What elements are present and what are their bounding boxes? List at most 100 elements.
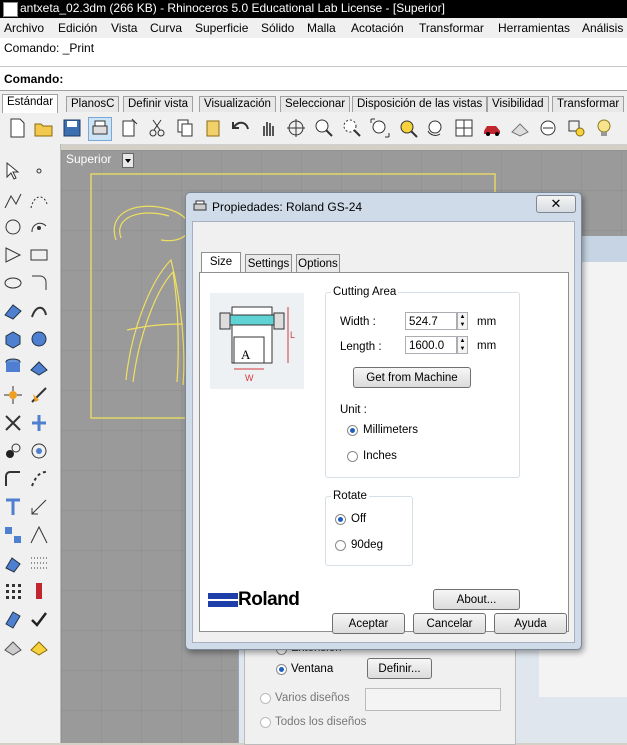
render-car-icon[interactable] [481,117,503,139]
menu-solido[interactable]: Sólido [261,21,294,35]
rotate-view-icon[interactable] [285,117,307,139]
shade-icon[interactable] [2,636,24,658]
select-arrow-icon[interactable] [2,160,24,182]
menu-curva[interactable]: Curva [150,21,182,35]
cylinder-icon[interactable] [2,356,24,378]
polyline-icon[interactable] [2,190,24,212]
zoom-icon[interactable] [313,117,335,139]
print-icon[interactable] [88,117,112,141]
surface-icon[interactable] [2,300,24,322]
options-icon[interactable] [565,117,587,139]
mesh-icon[interactable] [28,356,50,378]
sphere-icon[interactable] [28,328,50,350]
circle-icon[interactable] [2,216,24,238]
inches-radio[interactable] [347,451,358,462]
get-from-machine-button[interactable]: Get from Machine [353,367,471,388]
cut-icon[interactable] [146,117,168,139]
tab-disposicion[interactable]: Disposición de las vistas [352,96,488,112]
paste-icon[interactable] [202,117,224,139]
varios-disenos-radio[interactable] [260,693,271,704]
edge-surface-icon[interactable] [28,300,50,322]
menu-analisis[interactable]: Análisis [582,21,623,35]
tab-options[interactable]: Options [296,254,340,273]
menu-transformar[interactable]: Transformar [419,21,484,35]
menu-acotacion[interactable]: Acotación [351,21,404,35]
viewport-title[interactable]: Superior [66,152,130,168]
tab-seleccionar[interactable]: Seleccionar [280,96,351,112]
tab-planosc[interactable]: PlanosC [66,96,120,112]
extrude-icon[interactable] [2,552,24,574]
undo-icon[interactable] [230,117,252,139]
explode-icon[interactable] [2,384,24,406]
dimension-icon[interactable] [28,496,50,518]
tab-visualizacion[interactable]: Visualización [199,96,276,112]
pan-hand-icon[interactable] [257,117,279,139]
split-icon[interactable] [28,412,50,434]
box-icon[interactable] [2,328,24,350]
close-button[interactable]: ✕ [536,195,576,213]
boolean-icon[interactable] [28,384,50,406]
trim-icon[interactable] [2,412,24,434]
grid-snap-icon[interactable] [28,552,50,574]
render-icon[interactable] [28,636,50,658]
text-icon[interactable] [2,496,24,518]
open-folder-icon[interactable] [33,117,55,139]
ellipse-icon[interactable] [2,272,24,294]
tab-definir-vista[interactable]: Definir vista [123,96,194,112]
length-spinner[interactable]: ▲ ▼ [457,336,468,354]
zoom-window-icon[interactable] [341,117,363,139]
array-icon[interactable] [2,524,24,546]
point-icon[interactable] [28,160,50,182]
command-prompt[interactable]: Comando: [4,72,63,86]
polygon-icon[interactable] [2,244,24,266]
shaded-mode-icon[interactable] [509,117,531,139]
menu-edicion[interactable]: Edición [58,21,97,35]
gumball-icon[interactable] [28,440,50,462]
ventana-radio[interactable] [276,664,287,675]
fillet-edge-icon[interactable] [2,468,24,490]
menu-superficie[interactable]: Superficie [195,21,248,35]
rectangle-icon[interactable] [28,244,50,266]
definir-button[interactable]: Definir... [367,658,432,679]
dot-grid-icon[interactable] [2,580,24,602]
rotate-off-radio[interactable] [335,514,346,525]
width-spinner[interactable]: ▲ ▼ [457,312,468,330]
tab-size[interactable]: Size [201,252,241,273]
fillet-icon[interactable] [28,272,50,294]
zoom-extents-icon[interactable] [369,117,391,139]
tab-transformar[interactable]: Transformar [552,96,625,112]
osnap-icon[interactable] [537,117,559,139]
help-bulb-icon[interactable] [593,117,615,139]
millimeters-radio[interactable] [347,425,358,436]
about-button[interactable]: About... [433,589,520,610]
tab-visibilidad[interactable]: Visibilidad [487,96,549,112]
check-icon[interactable] [28,608,50,630]
new-file-icon[interactable] [6,117,28,139]
varios-disenos-field[interactable] [365,688,501,711]
cancelar-button[interactable]: Cancelar [413,613,486,634]
zoom-selected-icon[interactable] [397,117,419,139]
width-input[interactable]: 524.7 [405,312,457,330]
tab-estandar[interactable]: Estándar [2,94,59,113]
todos-disenos-radio[interactable] [260,717,271,728]
menu-herramientas[interactable]: Herramientas [498,21,570,35]
properties-icon[interactable] [118,117,140,139]
menu-vista[interactable]: Vista [111,21,137,35]
menu-malla[interactable]: Malla [307,21,336,35]
group-icon[interactable] [2,440,24,462]
tab-settings[interactable]: Settings [245,254,292,273]
length-input[interactable]: 1600.0 [405,336,457,354]
layout-icon[interactable] [2,608,24,630]
copy-icon[interactable] [174,117,196,139]
save-icon[interactable] [61,117,83,139]
menu-archivo[interactable]: Archivo [4,21,44,35]
undo-view-icon[interactable] [425,117,447,139]
ayuda-button[interactable]: Ayuda [494,613,567,634]
offset-icon[interactable] [28,468,50,490]
aceptar-button[interactable]: Aceptar [332,613,405,634]
analyze-icon[interactable] [28,580,50,602]
viewport-menu-arrow[interactable] [122,153,134,168]
mirror-icon[interactable] [28,524,50,546]
arc-icon[interactable] [28,216,50,238]
four-viewports-icon[interactable] [453,117,475,139]
